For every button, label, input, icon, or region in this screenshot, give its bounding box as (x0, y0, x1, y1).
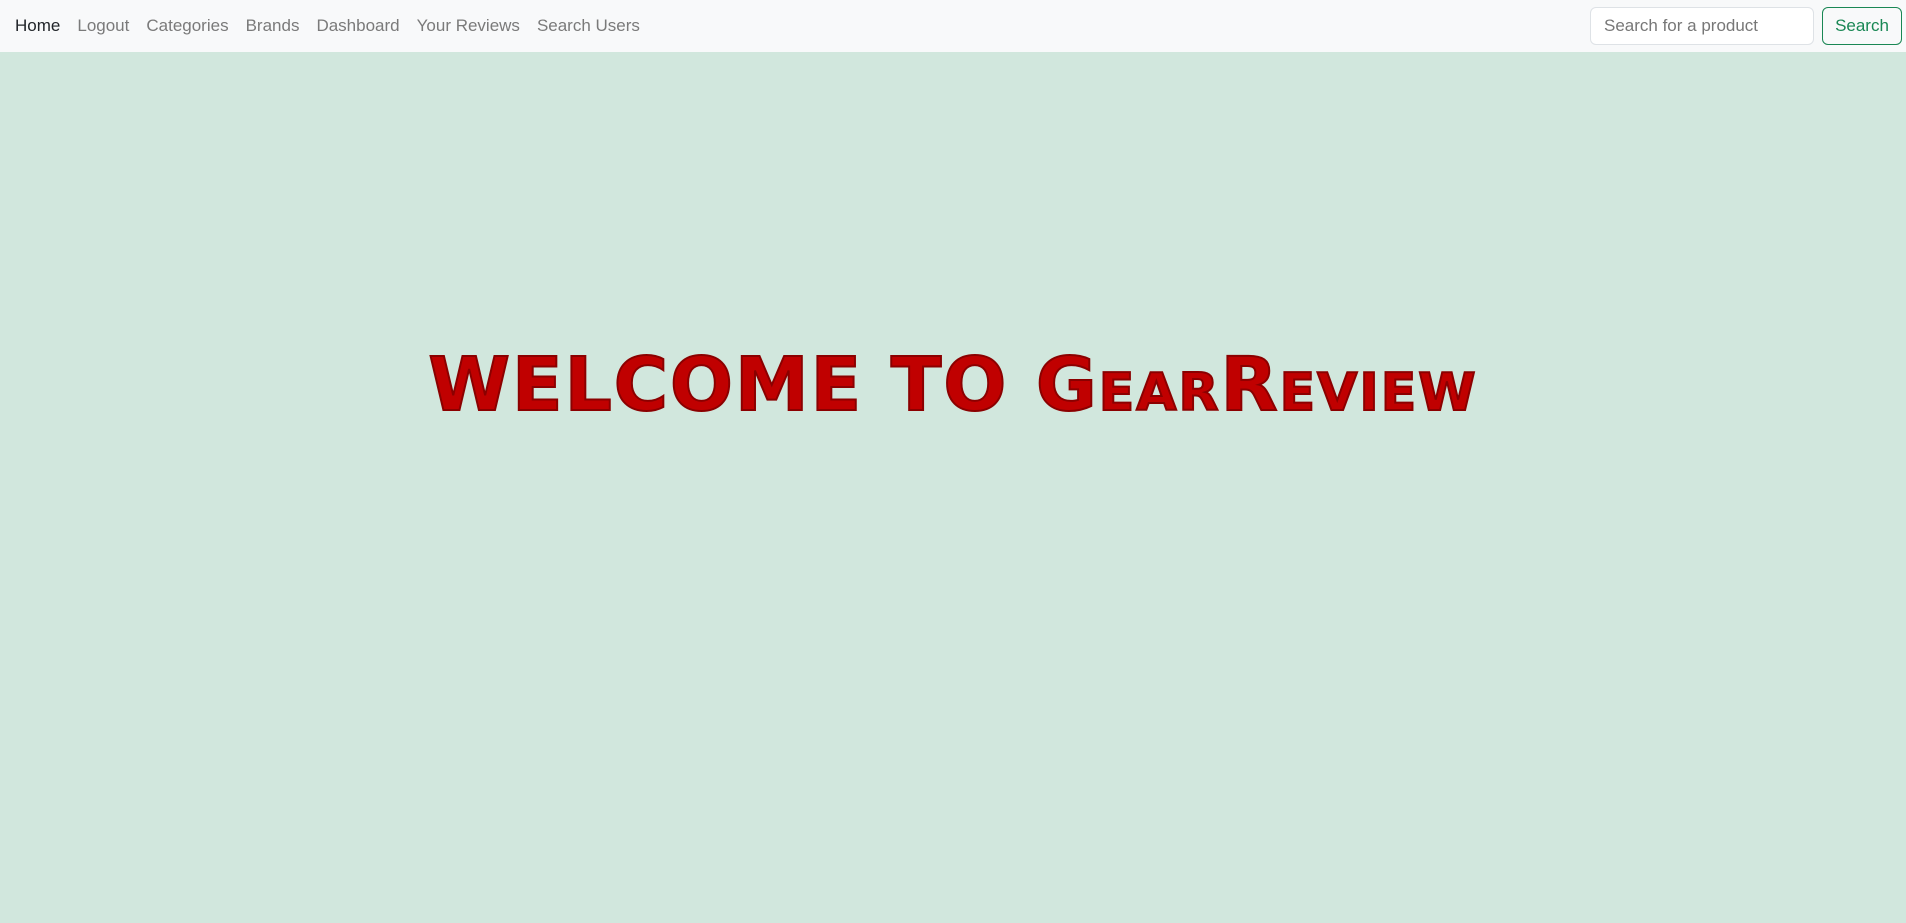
top-navbar: Home Logout Categories Brands Dashboard … (0, 0, 1906, 52)
nav-link-search-users[interactable]: Search Users (537, 16, 640, 36)
main-content: WELCOME TO GearReview (0, 52, 1906, 923)
nav-link-your-reviews[interactable]: Your Reviews (417, 16, 520, 36)
nav-link-logout[interactable]: Logout (77, 16, 129, 36)
nav-link-categories[interactable]: Categories (146, 16, 228, 36)
nav-link-brands[interactable]: Brands (246, 16, 300, 36)
product-search-form: Search (1590, 7, 1902, 45)
product-search-input[interactable] (1590, 7, 1814, 45)
search-button[interactable]: Search (1822, 7, 1902, 45)
nav-links: Home Logout Categories Brands Dashboard … (15, 0, 657, 52)
nav-link-dashboard[interactable]: Dashboard (316, 16, 399, 36)
welcome-title: WELCOME TO GearReview (427, 341, 1478, 429)
nav-link-home[interactable]: Home (15, 16, 60, 36)
